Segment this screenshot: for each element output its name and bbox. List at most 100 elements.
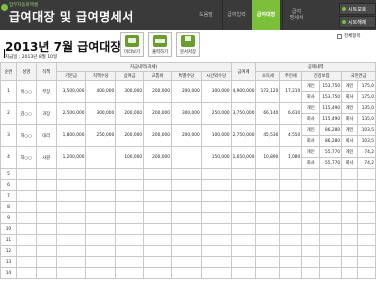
empty-cell[interactable]	[115, 223, 145, 235]
cell-bonus[interactable]: 200,000	[115, 102, 145, 125]
empty-cell[interactable]	[356, 190, 376, 202]
cell-insured-type[interactable]: 회사	[341, 135, 358, 147]
empty-cell[interactable]	[255, 190, 281, 202]
cell-no[interactable]: 6	[0, 179, 17, 191]
cell-insured-type[interactable]: 회사	[301, 157, 321, 169]
empty-cell[interactable]	[143, 234, 172, 246]
empty-cell[interactable]	[115, 190, 145, 202]
empty-cell[interactable]	[55, 245, 87, 257]
empty-cell[interactable]	[301, 179, 321, 191]
empty-cell[interactable]	[341, 168, 358, 180]
empty-cell[interactable]	[15, 201, 37, 213]
empty-cell[interactable]	[55, 234, 87, 246]
cell-res[interactable]: 17,210	[279, 80, 303, 103]
empty-cell[interactable]	[143, 245, 172, 257]
empty-cell[interactable]	[230, 212, 257, 224]
cell-special[interactable]	[170, 146, 202, 169]
cell-insurance-amount[interactable]: 135,0	[356, 102, 376, 114]
empty-cell[interactable]	[35, 201, 57, 213]
table-row[interactable]: 6	[0, 179, 376, 191]
cell-insurance-amount[interactable]: 175,0	[356, 80, 376, 92]
cell-duty[interactable]: 250,000	[85, 124, 117, 147]
empty-cell[interactable]	[301, 201, 321, 213]
save-document-button[interactable]: 문서저장	[176, 32, 200, 57]
cell-insurance-amount[interactable]: 55,770	[319, 157, 343, 169]
empty-cell[interactable]	[279, 223, 303, 235]
empty-cell[interactable]	[279, 212, 303, 224]
nav-help[interactable]: 도움말	[192, 0, 220, 30]
empty-cell[interactable]	[200, 245, 232, 257]
cell-insurance-amount[interactable]: 153,750	[319, 80, 343, 92]
cell-ot[interactable]: 100,000	[200, 124, 232, 147]
empty-cell[interactable]	[170, 179, 202, 191]
empty-cell[interactable]	[200, 168, 232, 180]
cell-trans[interactable]: 200,000	[143, 124, 172, 147]
cell-special[interactable]: 200,000	[170, 80, 202, 103]
empty-cell[interactable]	[341, 256, 358, 268]
nav-pay-register[interactable]: 급여대장	[252, 0, 280, 30]
empty-cell[interactable]	[301, 245, 321, 257]
empty-cell[interactable]	[341, 223, 358, 235]
empty-cell[interactable]	[319, 201, 343, 213]
empty-cell[interactable]	[279, 201, 303, 213]
empty-cell[interactable]	[115, 179, 145, 191]
empty-cell[interactable]	[35, 234, 57, 246]
cell-insurance-amount[interactable]: 55,770	[319, 146, 343, 158]
empty-cell[interactable]	[35, 267, 57, 279]
empty-cell[interactable]	[85, 190, 117, 202]
empty-cell[interactable]	[279, 168, 303, 180]
empty-cell[interactable]	[319, 223, 343, 235]
empty-cell[interactable]	[319, 245, 343, 257]
empty-cell[interactable]	[319, 267, 343, 279]
empty-cell[interactable]	[85, 179, 117, 191]
empty-cell[interactable]	[341, 212, 358, 224]
cell-name[interactable]: 이○○	[15, 80, 37, 103]
cell-insured-type[interactable]: 개인	[301, 102, 321, 114]
empty-cell[interactable]	[115, 245, 145, 257]
table-row[interactable]: 2 김○○ 과장 2,500,000 300,000 200,000 200,000 300,…	[0, 102, 376, 125]
empty-cell[interactable]	[115, 256, 145, 268]
table-row[interactable]: 3 허○○ 대리 1,800,000 250,000 200,000 200,000 200,…	[0, 124, 376, 147]
cell-no[interactable]: 12	[0, 245, 17, 257]
cell-pos[interactable]: 과장	[35, 102, 57, 125]
empty-cell[interactable]	[115, 201, 145, 213]
cell-duty[interactable]: 400,000	[85, 80, 117, 103]
cell-no[interactable]: 7	[0, 190, 17, 202]
empty-cell[interactable]	[170, 234, 202, 246]
empty-cell[interactable]	[301, 234, 321, 246]
empty-cell[interactable]	[55, 223, 87, 235]
cell-insurance-amount[interactable]: 86,280	[319, 124, 343, 136]
cell-special[interactable]: 300,000	[170, 102, 202, 125]
cell-bonus[interactable]: 100,000	[115, 146, 145, 169]
cell-duty[interactable]	[85, 146, 117, 169]
cell-total[interactable]: 3,750,000	[230, 102, 257, 125]
cell-name[interactable]: 김○○	[15, 102, 37, 125]
empty-cell[interactable]	[15, 267, 37, 279]
empty-cell[interactable]	[279, 190, 303, 202]
cell-insurance-amount[interactable]: 74,2	[356, 146, 376, 158]
table-row[interactable]: 1 이○○ 부장 3,500,000 400,000 300,000 200,000 200,…	[0, 80, 376, 103]
empty-cell[interactable]	[356, 245, 376, 257]
cell-no[interactable]: 4	[0, 146, 17, 169]
cell-tax[interactable]: 45,530	[255, 124, 281, 147]
empty-cell[interactable]	[143, 256, 172, 268]
cell-insured-type[interactable]: 개인	[301, 80, 321, 92]
cell-res[interactable]: 6,610	[279, 102, 303, 125]
empty-cell[interactable]	[230, 256, 257, 268]
unprotect-sheet-button[interactable]: 시트해제	[339, 16, 376, 28]
cell-insurance-amount[interactable]: 103,5	[356, 124, 376, 136]
cell-insured-type[interactable]: 회사	[341, 157, 358, 169]
empty-cell[interactable]	[143, 179, 172, 191]
protect-sheet-button[interactable]: 시트보호	[339, 3, 376, 15]
table-row[interactable]: 12	[0, 245, 376, 257]
cell-no[interactable]: 5	[0, 168, 17, 180]
empty-cell[interactable]	[15, 256, 37, 268]
cell-no[interactable]: 8	[0, 201, 17, 213]
empty-cell[interactable]	[230, 179, 257, 191]
empty-cell[interactable]	[356, 201, 376, 213]
cell-name[interactable]: 차○○	[15, 146, 37, 169]
table-row[interactable]: 10	[0, 223, 376, 235]
cell-insurance-amount[interactable]: 115,490	[319, 102, 343, 114]
empty-cell[interactable]	[301, 190, 321, 202]
empty-cell[interactable]	[255, 223, 281, 235]
